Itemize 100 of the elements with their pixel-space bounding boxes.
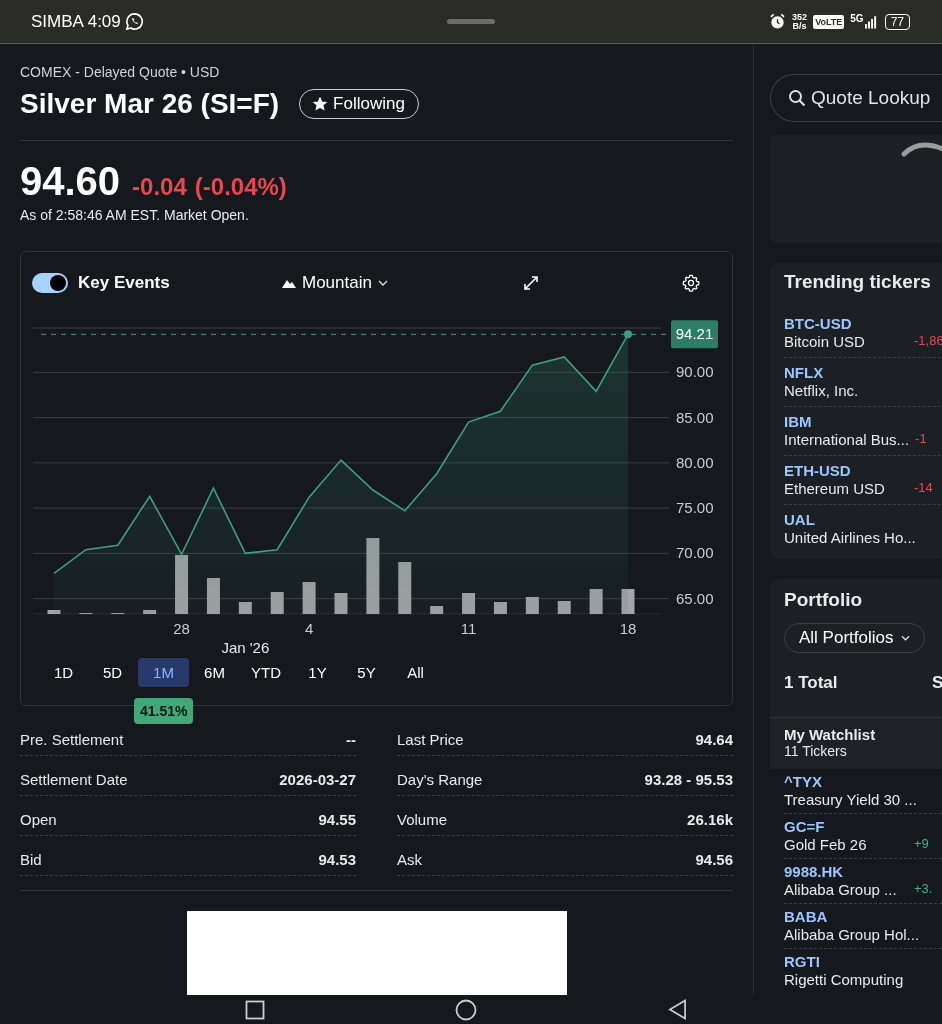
stat-label: Bid: [20, 851, 42, 868]
network-type: 5G: [850, 13, 864, 24]
volte-indicator: VoLTE: [813, 14, 845, 29]
ticker-name: Bitcoin USD: [784, 333, 866, 351]
stat-label: Day's Range: [397, 771, 483, 788]
chart-type-dropdown[interactable]: Mountain: [282, 273, 388, 293]
battery-level: 77: [884, 13, 910, 30]
stat-value: 94.56: [695, 851, 733, 868]
stat-value: --: [346, 731, 356, 748]
ticker-name: Ethereum USD: [784, 480, 886, 498]
portfolio-title: Portfolio: [784, 589, 864, 612]
watchlist-header[interactable]: My Watchlist 11 Tickers: [770, 717, 942, 769]
ticker-row[interactable]: GC=F Gold Feb 26 +9: [784, 814, 942, 859]
ticker-change: -14: [914, 480, 933, 497]
stat-value: 94.55: [318, 811, 356, 828]
key-events-label: Key Events: [78, 273, 170, 293]
stat-value: 94.53: [318, 851, 356, 868]
chevron-down-icon: [377, 280, 388, 286]
home-button[interactable]: [455, 998, 478, 1021]
x-axis-label: 4: [304, 620, 314, 637]
range-change-badge: 41.51%: [134, 698, 194, 724]
mountain-icon: [282, 278, 296, 288]
carrier-time: SIMBA 4:09: [31, 11, 121, 32]
range-tab[interactable]: 1Y: [294, 658, 341, 687]
y-axis-label: 65.00: [676, 589, 714, 607]
ticker-row[interactable]: ^TYX Treasury Yield 30 ...: [784, 769, 942, 814]
month-label: Jan '26: [221, 639, 270, 656]
range-tab[interactable]: 1D: [40, 658, 87, 687]
stat-value: 2026-03-27: [279, 771, 356, 788]
ticker-symbol: ETH-USD: [784, 462, 852, 480]
ticker-symbol: IBM: [784, 413, 813, 431]
instrument-title: Silver Mar 26 (SI=F): [20, 88, 280, 120]
percent-change: (-0.04%): [194, 173, 287, 201]
ticker-name: Rigetti Computing: [784, 971, 905, 989]
settings-icon[interactable]: [682, 274, 700, 292]
last-price-badge: 94.21: [671, 320, 718, 349]
ticker-symbol: GC=F: [784, 818, 826, 836]
price-change: -0.04: [132, 173, 187, 201]
recents-button[interactable]: [245, 999, 266, 1020]
range-tab[interactable]: 6M: [191, 658, 238, 687]
trending-title: Trending tickers: [784, 271, 932, 294]
stat-label: Pre. Settlement: [20, 731, 124, 748]
alarm-icon: [769, 13, 787, 30]
back-button[interactable]: [667, 999, 687, 1020]
ticker-symbol: RGTI: [784, 953, 821, 971]
stat-label: Ask: [397, 851, 422, 868]
x-axis-label: 28: [173, 620, 190, 637]
ticker-change: -1: [915, 431, 927, 448]
ticker-symbol: BABA: [784, 908, 829, 926]
ticker-row[interactable]: BABA Alibaba Group Hol...: [784, 904, 942, 949]
star-icon: [313, 97, 328, 111]
portfolio-link[interactable]: S: [932, 673, 942, 693]
range-tab[interactable]: 5D: [89, 658, 136, 687]
y-axis-label: 90.00: [676, 363, 714, 381]
chat-icon: [124, 12, 144, 31]
ticker-name: Netflix, Inc.: [784, 382, 860, 400]
stat-value: 26.16k: [687, 811, 733, 828]
y-axis-label: 80.00: [676, 453, 714, 471]
ticker-symbol: ^TYX: [784, 773, 823, 791]
stat-value: 93.28 - 95.53: [644, 771, 733, 788]
search-field[interactable]: Quote Lookup: [770, 74, 942, 122]
x-axis-label: 18: [619, 620, 637, 637]
expand-icon[interactable]: [522, 275, 539, 291]
watchlist-title: My Watchlist: [784, 726, 877, 743]
ticker-name: Alibaba Group Hol...: [784, 926, 920, 944]
ticker-change: +9: [914, 836, 929, 853]
key-events-toggle[interactable]: [32, 273, 68, 293]
range-tab[interactable]: YTD: [240, 658, 292, 687]
chevron-down-icon: [901, 635, 911, 641]
ticker-row[interactable]: ETH-USD Ethereum USD -14: [784, 456, 942, 505]
ticker-row[interactable]: NFLX Netflix, Inc.: [784, 358, 942, 407]
x-axis-label: 11: [460, 620, 477, 637]
quote-timestamp: As of 2:58:46 AM EST. Market Open.: [20, 207, 250, 223]
portfolio-total: 1 Total: [784, 673, 839, 693]
range-tab[interactable]: All: [392, 658, 439, 687]
ticker-symbol: BTC-USD: [784, 315, 853, 333]
y-axis-label: 75.00: [676, 499, 714, 517]
ticker-row[interactable]: UAL United Airlines Ho...: [784, 505, 942, 553]
ticker-row[interactable]: 9988.HK Alibaba Group ... +3.: [784, 859, 942, 904]
quote-source: COMEX - Delayed Quote • USD: [20, 64, 221, 82]
signal-icon: [864, 14, 879, 29]
search-icon: [788, 89, 806, 107]
ticker-symbol: UAL: [784, 511, 816, 529]
ticker-name: International Bus...: [784, 431, 910, 449]
network-speed: 352 B/s: [792, 12, 808, 31]
stat-label: Open: [20, 811, 57, 828]
y-axis-label: 70.00: [676, 544, 714, 562]
y-axis-label: 85.00: [676, 408, 714, 426]
ticker-name: Gold Feb 26: [784, 836, 868, 854]
ticker-row[interactable]: IBM International Bus... -1: [784, 407, 942, 456]
ticker-name: United Airlines Ho...: [784, 529, 916, 547]
stat-label: Last Price: [397, 731, 464, 748]
ticker-name: Treasury Yield 30 ...: [784, 791, 917, 809]
stat-label: Settlement Date: [20, 771, 128, 788]
stat-value: 94.64: [695, 731, 733, 748]
range-tab[interactable]: 1M: [138, 658, 189, 687]
ticker-symbol: 9988.HK: [784, 863, 845, 881]
range-tab[interactable]: 5Y: [343, 658, 390, 687]
ticker-row[interactable]: RGTI Rigetti Computing: [784, 949, 942, 993]
stat-label: Volume: [397, 811, 448, 828]
